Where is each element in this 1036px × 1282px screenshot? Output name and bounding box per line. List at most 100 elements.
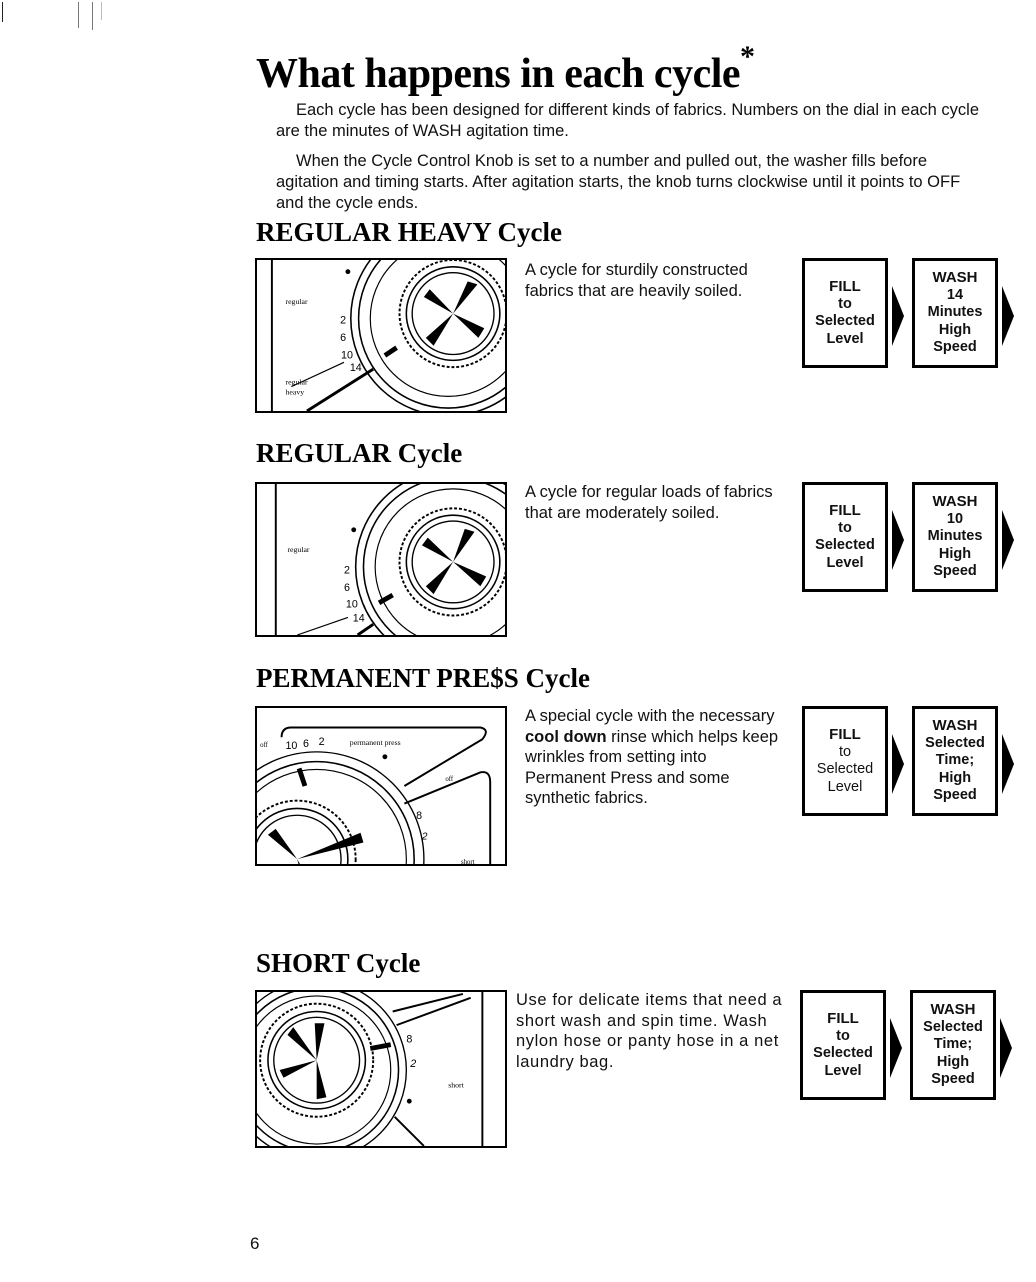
fill-step-head: FILL xyxy=(829,726,861,743)
intro-paragraph-2: When the Cycle Control Knob is set to a … xyxy=(276,151,986,214)
dial-mark-6: 6 xyxy=(344,582,350,594)
arrow-right-icon xyxy=(892,734,904,794)
dial-label-off: off xyxy=(260,742,269,749)
fill-step-line: Level xyxy=(826,554,864,571)
dial-drawing: short 8 2 xyxy=(257,992,484,1146)
description-emphasis: cool down xyxy=(525,727,607,746)
fill-step-head: FILL xyxy=(829,502,861,519)
wash-step-line: Selected xyxy=(925,734,985,751)
wash-step-head: WASH xyxy=(932,493,978,511)
arrow-right-icon xyxy=(1002,286,1014,346)
dial-mark-2: 2 xyxy=(344,565,350,577)
wash-step-line: High xyxy=(938,321,972,338)
wash-step-box: WASH Selected Time; High Speed xyxy=(912,706,998,816)
fill-step-box: FILL to Selected Level xyxy=(800,990,886,1100)
fill-step-line: Selected xyxy=(813,1045,873,1061)
dial-mark-2: 2 xyxy=(409,1058,416,1070)
wash-step-line: 10 xyxy=(946,510,964,527)
section-title-regular-heavy: REGULAR HEAVY Cycle xyxy=(256,217,563,247)
wash-step-line: High xyxy=(938,545,972,562)
dial-label-short: short xyxy=(448,1081,464,1090)
description-permanent-press: A special cycle with the necessary cool … xyxy=(525,706,790,809)
section-title-permanent-press: PERMANENT PRE$S Cycle xyxy=(256,663,590,693)
wash-step-line: Minutes xyxy=(927,304,983,321)
dial-label-off: off xyxy=(445,776,454,783)
wash-step-line: Selected xyxy=(923,1018,983,1035)
fill-step-line: Level xyxy=(827,778,863,795)
dial-mark-14: 14 xyxy=(353,612,365,624)
section-title-short: SHORT Cycle xyxy=(256,948,421,978)
wash-step-line: High xyxy=(936,1053,970,1070)
sequence-regular-heavy: FILL to Selected Level WASH 14 Minutes H… xyxy=(802,258,1024,373)
section-title-regular: REGULAR Cycle xyxy=(256,438,463,468)
fill-step-line: Selected xyxy=(816,761,874,777)
dial-illustration-short: short 8 2 xyxy=(255,990,507,1148)
description-text: A special cycle with the necessary xyxy=(525,707,775,725)
intro-text-1: Each cycle has been designed for differe… xyxy=(276,101,979,140)
wash-step-line: 14 xyxy=(946,286,964,303)
fill-step-box: FILL to Selected Level xyxy=(802,706,888,816)
dial-drawing: regular regular heavy 2 6 10 14 xyxy=(270,260,505,411)
wash-step-line: Time; xyxy=(935,752,975,769)
fill-step-line: to xyxy=(836,1027,850,1044)
arrow-right-icon xyxy=(1002,510,1014,570)
description-regular: A cycle for regular loads of fabrics tha… xyxy=(525,483,773,522)
dial-label-permanent-press: permanent press xyxy=(350,738,401,747)
dial-label-regular: regular xyxy=(287,545,309,554)
wash-step-box: WASH 14 Minutes High Speed xyxy=(912,258,998,368)
dial-mark-10: 10 xyxy=(285,740,297,752)
fill-step-head: FILL xyxy=(827,1010,859,1027)
dial-label-regular: regular xyxy=(286,297,308,306)
dial-mark-2: 2 xyxy=(340,314,346,326)
dial-label-short: short xyxy=(461,859,475,864)
description-short: Use for delicate items that need a short… xyxy=(516,991,783,1071)
sequence-permanent-press: FILL to Selected Level WASH Selected Tim… xyxy=(802,706,1024,821)
arrow-right-icon xyxy=(890,1018,902,1078)
wash-step-line: Minutes xyxy=(927,528,983,545)
wash-step-line: Speed xyxy=(931,1071,975,1088)
wash-step-box: WASH 10 Minutes High Speed xyxy=(912,482,998,592)
dial-mark-10: 10 xyxy=(341,349,353,361)
wash-step-head: WASH xyxy=(930,1001,976,1019)
arrow-right-icon xyxy=(892,510,904,570)
dial-mark-6: 6 xyxy=(340,332,346,344)
fill-step-head: FILL xyxy=(829,278,861,295)
wash-step-line: Time; xyxy=(933,1036,973,1053)
dial-mark-6: 6 xyxy=(303,738,309,750)
wash-step-line: Speed xyxy=(933,563,977,580)
fill-step-line: to xyxy=(838,295,852,312)
dial-illustration-permanent-press: permanent press off off short 10 6 2 8 2 xyxy=(255,706,507,866)
fill-step-line: Level xyxy=(826,330,864,347)
fill-step-line: Selected xyxy=(815,313,875,329)
dial-drawing: permanent press off off short 10 6 2 8 2 xyxy=(257,726,492,864)
dial-mark-8: 8 xyxy=(406,1034,412,1046)
sequence-short: FILL to Selected Level WASH Selected Tim… xyxy=(800,990,1022,1105)
arrow-right-icon xyxy=(892,286,904,346)
dial-illustration-regular: regular 2 6 10 14 xyxy=(255,482,507,637)
description-regular-heavy: A cycle for sturdily constructed fabrics… xyxy=(525,261,748,300)
fill-step-line: Selected xyxy=(815,537,875,553)
wash-step-line: High xyxy=(938,769,972,786)
wash-step-head: WASH xyxy=(932,717,978,735)
arrow-right-icon xyxy=(1002,734,1014,794)
intro-text-2: When the Cycle Control Knob is set to a … xyxy=(276,152,961,212)
fill-step-box: FILL to Selected Level xyxy=(802,482,888,592)
fill-step-line: to xyxy=(838,519,852,536)
intro-paragraph-1: Each cycle has been designed for differe… xyxy=(276,100,986,142)
wash-step-box: WASH Selected Time; High Speed xyxy=(910,990,996,1100)
wash-step-head: WASH xyxy=(932,269,978,287)
sequence-regular: FILL to Selected Level WASH 10 Minutes H… xyxy=(802,482,1024,597)
scan-marks xyxy=(0,0,150,40)
fill-step-line: to xyxy=(838,743,852,760)
dial-mark-2: 2 xyxy=(319,736,325,748)
page-title: What happens in each cycle* xyxy=(256,40,755,98)
page-title-text: What happens in each cycle xyxy=(256,51,741,97)
page-number: 6 xyxy=(250,1234,260,1253)
dial-illustration-regular-heavy: regular regular heavy 2 6 10 14 xyxy=(255,258,507,413)
title-asterisk: * xyxy=(740,40,755,73)
fill-step-box: FILL to Selected Level xyxy=(802,258,888,368)
arrow-right-icon xyxy=(1000,1018,1012,1078)
dial-label-regular-heavy-1: regular xyxy=(286,378,308,387)
dial-drawing: regular 2 6 10 14 xyxy=(274,484,505,635)
dial-mark-14: 14 xyxy=(350,362,362,374)
